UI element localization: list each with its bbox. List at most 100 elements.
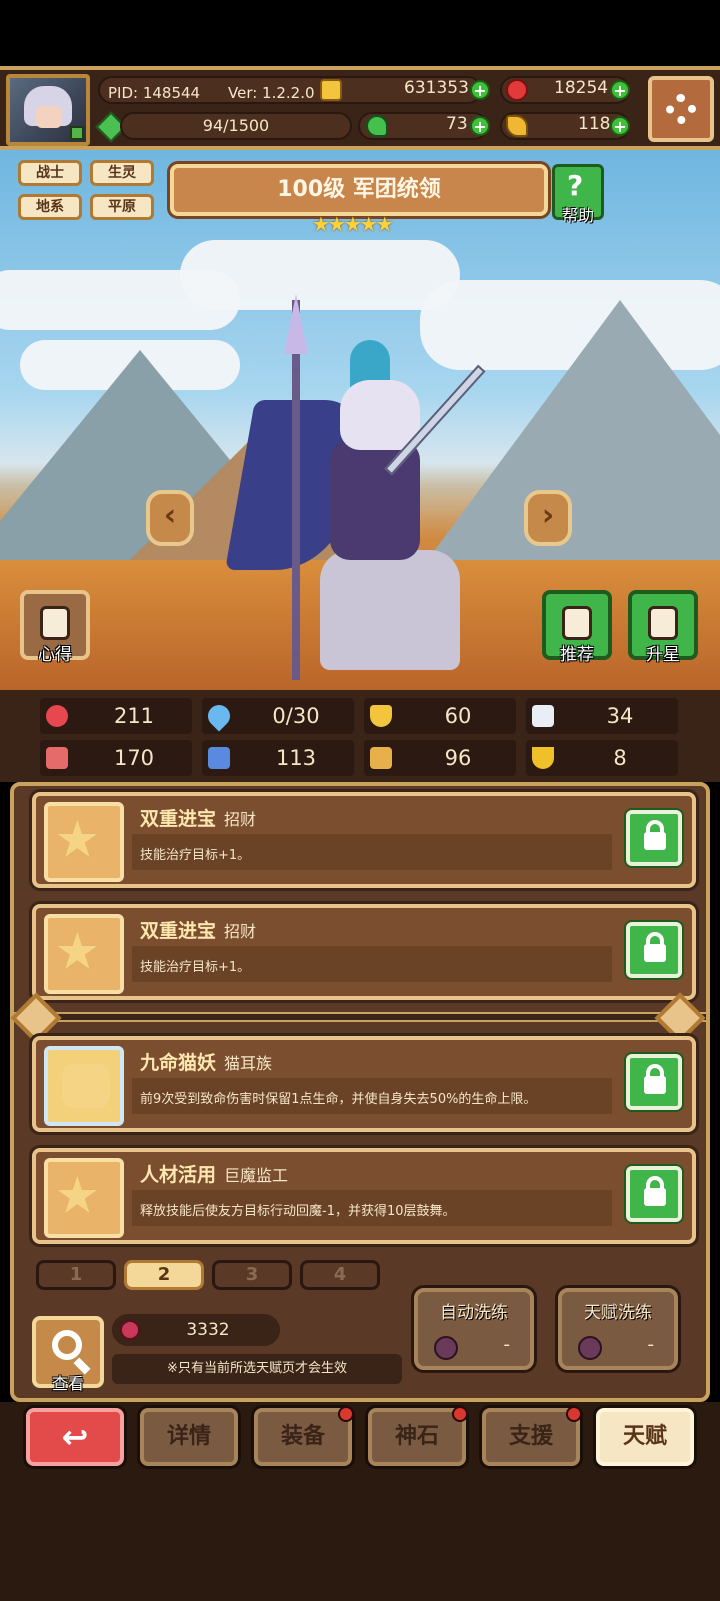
talent-tag: 巨魔监工 [224,1166,289,1185]
auto-wash-value: - [503,1334,511,1355]
help-label: 帮助 [561,206,594,225]
mana-drop-icon [203,700,235,732]
token-value: 118 [578,114,611,134]
class-tag: 战士 [18,160,82,186]
talent-description: 前9次受到致命伤害时保留1点生命，并使自身失去50%的生命上限。 [140,1092,537,1107]
talent-page-tab-3[interactable]: 3 [212,1260,292,1290]
book-icon [208,747,230,769]
prev-hero-button[interactable]: ‹ [146,490,194,546]
cat-icon [62,1064,110,1108]
horseshoe-icon [532,747,554,769]
hero-title-banner: 100级 军团统领 [170,164,548,216]
talent-title: 九命猫妖 [140,1052,217,1074]
thumbs-up-icon [562,606,592,640]
stat-speed: 34 [526,698,678,734]
next-hero-button[interactable]: › [524,490,572,546]
clover-icon [366,115,388,137]
fruit-icon [578,1336,602,1360]
talent-name: 人材活用 巨魔监工 [140,1160,288,1187]
divine-stone-tab[interactable]: 神石 [368,1406,468,1466]
talent-title: 人材活用 [140,1164,217,1186]
talent-page-tab-4[interactable]: 4 [300,1260,380,1290]
lock-body [644,832,666,850]
hero-scene: 战士 生灵 地系 平原 100级 军团统领 ★★★★★ ? 帮助 ‹ › 心得 … [0,150,720,690]
talent-page-tab-1[interactable]: 1 [36,1260,116,1290]
attack-value: 170 [113,746,155,770]
talent-tag: 招财 [224,810,257,829]
magic-value: 113 [275,746,317,770]
add-token-button[interactable]: + [610,116,630,136]
lock-button[interactable] [626,1054,682,1110]
divine-stone-label: 神石 [394,1424,439,1449]
talent-page-note: ※只有当前所选天赋页才会生效 [112,1354,402,1384]
talent-icon: ★ [44,1158,124,1238]
talent-slot-4[interactable]: ★ 人材活用 巨魔监工 释放技能后使友方目标行动回魔-1，并获得10层鼓舞。 [32,1148,696,1244]
talent-tag: 猫耳族 [224,1054,273,1073]
talent-tab[interactable]: 天赋 [596,1408,694,1466]
support-tab[interactable]: 支援 [482,1406,582,1466]
fruit-icon [434,1336,458,1360]
details-tab[interactable]: 详情 [140,1408,238,1466]
stat-attack: 170 [40,740,192,776]
talent-slot-2[interactable]: ★ 双重进宝 招财 技能治疗目标+1。 [32,904,696,1000]
speed-value: 34 [606,704,634,728]
settings-button[interactable] [648,76,714,142]
star-icon: ★ [54,1166,101,1226]
lock-button[interactable] [626,1166,682,1222]
star-rating: ★★★★★ [312,212,394,236]
star-icon: ★ [54,810,101,870]
talent-name: 双重进宝 招财 [140,916,256,943]
support-label: 支援 [508,1424,553,1449]
talent-name: 双重进宝 招财 [140,804,256,831]
status-bar [0,0,720,66]
lock-button[interactable] [626,810,682,866]
player-avatar[interactable] [6,74,90,146]
stat-magic: 113 [202,740,354,776]
stats-panel: 211 0/30 60 34 170 113 96 8 [0,690,720,782]
talent-slot-3[interactable]: 九命猫妖 猫耳族 前9次受到致命伤害时保留1点生命，并使自身失去50%的生命上限。 [32,1036,696,1132]
fist-icon [46,747,68,769]
auto-wash-button[interactable]: 自动洗练 - [414,1288,534,1370]
back-button[interactable]: ↩ [26,1408,124,1466]
notification-dot [452,1406,468,1422]
talent-icon: ★ [44,802,124,882]
notes-icon [40,606,70,640]
range-value: 8 [613,746,627,770]
stat-mana: 0/30 [202,698,354,734]
talent-wash-label: 天赋洗练 [584,1303,652,1323]
lock-body [644,1076,666,1094]
heart-icon [46,705,68,727]
gold-coin-icon [320,79,342,101]
talent-icon: ★ [44,914,124,994]
stat-defense: 60 [364,698,516,734]
avatar-level-badge [70,126,84,140]
recommend-label: 推荐 [560,645,594,665]
avatar-face [36,106,62,128]
bottom-nav: ↩ 详情 装备 神石 支援 天赋 [0,1402,720,1601]
race-tag: 生灵 [90,160,154,186]
stat-hp: 211 [40,698,192,734]
terrain-tag: 平原 [90,194,154,220]
pid-label: PID: 148544 [108,84,201,102]
talent-icon [44,1046,124,1126]
stat-crit: 96 [364,740,516,776]
question-icon: ? [567,169,584,202]
element-tag: 地系 [18,194,82,220]
talent-wash-button[interactable]: 天赋洗练 - [558,1288,678,1370]
add-clover-button[interactable]: + [470,116,490,136]
fruit-counter: 3332 [112,1314,280,1346]
lock-button[interactable] [626,922,682,978]
clover-value: 73 [446,114,468,134]
add-ruby-button[interactable]: + [610,80,630,100]
talent-slot-1[interactable]: ★ 双重进宝 招财 技能治疗目标+1。 [32,792,696,888]
version-label: Ver: 1.2.2.0 [228,84,315,102]
star-icon: ★ [54,922,101,982]
fruit-icon [120,1320,140,1340]
equipment-tab[interactable]: 装备 [254,1406,354,1466]
add-gold-button[interactable]: + [470,80,490,100]
talent-page-tab-2[interactable]: 2 [124,1260,204,1290]
talent-wash-value: - [647,1334,655,1355]
shield-icon [370,705,392,727]
lock-body [644,1188,666,1206]
talent-name: 九命猫妖 猫耳族 [140,1048,272,1075]
